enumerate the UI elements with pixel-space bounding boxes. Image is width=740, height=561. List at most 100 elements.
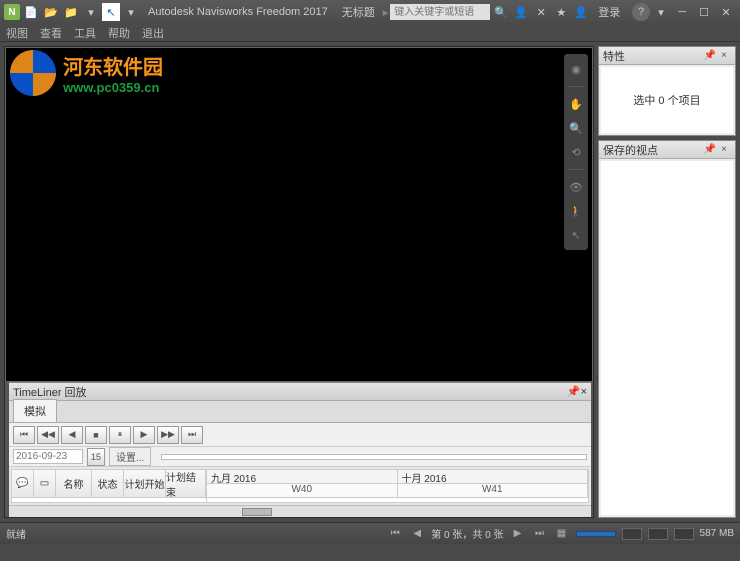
statusbar: 就绪 ⏮ ◀ 第 0 张，共 0 张 ▶ ⏭ ▦ 587 MB xyxy=(0,522,740,544)
menubar: 视图 查看 工具 帮助 退出 xyxy=(0,24,740,42)
timeliner-pin-icon[interactable]: 📌 xyxy=(567,385,581,398)
dropdown-icon[interactable]: ▾ xyxy=(82,3,100,21)
orbit-icon[interactable]: ⟲ xyxy=(567,143,585,161)
watermark-text1: 河东软件园 xyxy=(63,51,163,80)
sheet-first-icon[interactable]: ⏮ xyxy=(387,527,403,541)
watermark-logo-icon xyxy=(10,50,56,96)
dropdown2-icon[interactable]: ▾ xyxy=(122,3,140,21)
saved-views-panel: 保存的视点 📌 × xyxy=(598,140,736,518)
select-icon[interactable]: ↖ xyxy=(102,3,120,21)
sheet-prev-icon[interactable]: ◀ xyxy=(409,527,425,541)
saved-views-title: 保存的视点 xyxy=(603,142,658,158)
help-dropdown-icon[interactable]: ▾ xyxy=(652,3,670,21)
exchange-icon[interactable]: ✕ xyxy=(532,3,550,21)
watermark-text2: www.pc0359.cn xyxy=(63,80,163,95)
search-icon[interactable]: 🔍 xyxy=(492,3,510,21)
date-input[interactable] xyxy=(13,449,83,464)
timeliner-close-icon[interactable]: × xyxy=(581,386,587,398)
col-icon1[interactable]: 💬 xyxy=(12,470,34,497)
col-planned-start[interactable]: 计划开始 xyxy=(124,470,166,497)
week-40: W40 xyxy=(207,484,398,497)
properties-body: 选中 0 个项目 xyxy=(601,67,733,133)
play-button[interactable]: ▶ xyxy=(133,426,155,444)
timeliner-tabs: 模拟 xyxy=(9,401,591,423)
zoom-icon[interactable]: 🔍 xyxy=(567,119,585,137)
timeliner-header: TimeLiner 回放 📌 × xyxy=(9,383,591,401)
properties-title: 特性 xyxy=(603,48,625,64)
stop-button[interactable]: ■ xyxy=(85,426,107,444)
user-icon[interactable]: 👤 xyxy=(572,3,590,21)
saved-views-close-icon[interactable]: × xyxy=(717,143,731,157)
scrollbar-thumb[interactable] xyxy=(242,508,272,516)
playback-controls: ⏮ ◀◀ ◀ ■ ⏸ ▶ ▶▶ ⏭ xyxy=(9,423,591,447)
col-icon2[interactable]: ▭ xyxy=(34,470,56,497)
pause-button[interactable]: ⏸ xyxy=(109,426,131,444)
steering-wheel-icon[interactable]: ◉ xyxy=(567,60,585,78)
properties-close-icon[interactable]: × xyxy=(717,49,731,63)
watermark: 河东软件园 www.pc0359.cn xyxy=(10,50,163,96)
disk-indicator-icon xyxy=(622,528,642,540)
timeline-slider[interactable] xyxy=(161,454,587,460)
sheet-browser-icon[interactable]: ▦ xyxy=(554,527,570,541)
menu-look[interactable]: 查看 xyxy=(40,25,62,41)
play-back-button[interactable]: ◀ xyxy=(61,426,83,444)
col-name[interactable]: 名称 xyxy=(56,470,92,497)
menu-view[interactable]: 视图 xyxy=(6,25,28,41)
new-icon[interactable]: 📄 xyxy=(22,3,40,21)
memory-usage: 587 MB xyxy=(700,528,734,539)
menu-tools[interactable]: 工具 xyxy=(74,25,96,41)
tab-simulate[interactable]: 模拟 xyxy=(13,399,57,422)
look-icon[interactable]: 👁 xyxy=(567,178,585,196)
viewport-3d[interactable]: 河东软件园 www.pc0359.cn ◉ ✋ 🔍 ⟲ 👁 🚶 ↖ xyxy=(6,48,592,381)
settings-button[interactable]: 设置... xyxy=(109,447,151,466)
open2-icon[interactable]: 📁 xyxy=(62,3,80,21)
login-label[interactable]: 登录 xyxy=(598,4,620,20)
task-columns: 💬 ▭ 名称 状态 计划开始 计划结束 xyxy=(12,470,207,502)
timeliner-title: TimeLiner 回放 xyxy=(13,384,87,400)
step-fwd-button[interactable]: ▶▶ xyxy=(157,426,179,444)
left-column: 河东软件园 www.pc0359.cn ◉ ✋ 🔍 ⟲ 👁 🚶 ↖ xyxy=(4,46,594,518)
navigation-bar: ◉ ✋ 🔍 ⟲ 👁 🚶 ↖ xyxy=(564,54,588,250)
web-indicator-icon xyxy=(674,528,694,540)
sheet-last-icon[interactable]: ⏭ xyxy=(532,527,548,541)
close-button[interactable]: ✕ xyxy=(716,4,736,20)
col-planned-end[interactable]: 计划结束 xyxy=(166,470,206,497)
progress-bar xyxy=(576,531,616,537)
rewind-button[interactable]: ⏮ xyxy=(13,426,35,444)
app-title: Autodesk Navisworks Freedom 2017 xyxy=(148,6,328,18)
minimize-button[interactable]: ─ xyxy=(672,4,692,20)
date-row: 15 设置... xyxy=(9,447,591,467)
doc-title: 无标题 xyxy=(342,4,375,20)
menu-exit[interactable]: 退出 xyxy=(142,25,164,41)
timeliner-scrollbar[interactable] xyxy=(9,505,591,517)
properties-pin-icon[interactable]: 📌 xyxy=(703,49,717,63)
forward-end-button[interactable]: ⏭ xyxy=(181,426,203,444)
step-back-button[interactable]: ◀◀ xyxy=(37,426,59,444)
favorite-icon[interactable]: ★ xyxy=(552,3,570,21)
menu-help[interactable]: 帮助 xyxy=(108,25,130,41)
signin-icon[interactable]: 👤 xyxy=(512,3,530,21)
week-41: W41 xyxy=(398,484,589,497)
app-icon: N xyxy=(4,4,20,20)
search-input[interactable] xyxy=(390,4,490,20)
main-area: 河东软件园 www.pc0359.cn ◉ ✋ 🔍 ⟲ 👁 🚶 ↖ xyxy=(0,42,740,522)
col-status[interactable]: 状态 xyxy=(92,470,124,497)
properties-panel: 特性 📌 × 选中 0 个项目 xyxy=(598,46,736,136)
open-icon[interactable]: 📂 xyxy=(42,3,60,21)
calendar-icon[interactable]: 15 xyxy=(87,448,105,466)
walk-icon[interactable]: 🚶 xyxy=(567,202,585,220)
saved-views-pin-icon[interactable]: 📌 xyxy=(703,143,717,157)
titlebar: N 📄 📂 📁 ▾ ↖ ▾ Autodesk Navisworks Freedo… xyxy=(0,0,740,24)
properties-empty-text: 选中 0 个项目 xyxy=(633,92,700,108)
pencil-indicator-icon xyxy=(648,528,668,540)
saved-views-body[interactable] xyxy=(601,161,733,515)
month-oct: 十月 2016 xyxy=(398,470,589,483)
maximize-button[interactable]: ☐ xyxy=(694,4,714,20)
help-icon[interactable]: ? xyxy=(632,3,650,21)
select-tool-icon[interactable]: ↖ xyxy=(567,226,585,244)
month-sep: 九月 2016 xyxy=(207,470,398,483)
sheet-next-icon[interactable]: ▶ xyxy=(510,527,526,541)
gantt-area: 九月 2016 十月 2016 W40 W41 xyxy=(207,470,588,502)
viewport-container: 河东软件园 www.pc0359.cn ◉ ✋ 🔍 ⟲ 👁 🚶 ↖ xyxy=(5,47,593,382)
pan-icon[interactable]: ✋ xyxy=(567,95,585,113)
